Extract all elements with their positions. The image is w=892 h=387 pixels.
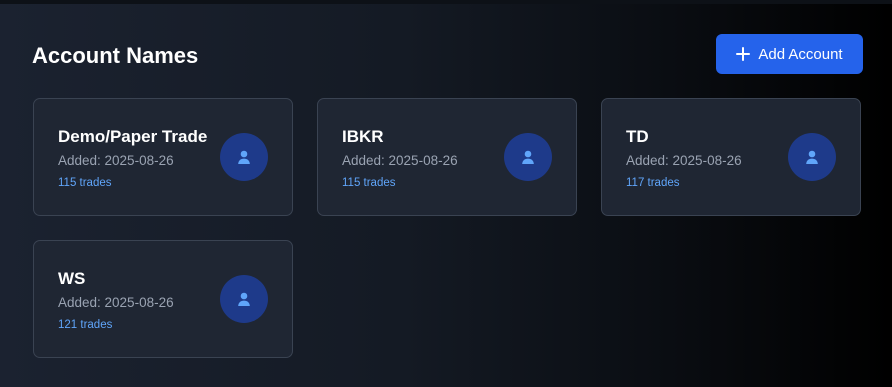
account-name: Demo/Paper Trade — [58, 127, 208, 146]
account-trade-count: 117 trades — [626, 177, 680, 189]
account-added-date: Added: 2025-08-26 — [58, 295, 174, 310]
account-card-td[interactable]: TD Added: 2025-08-26 117 trades — [601, 98, 861, 216]
account-trade-count: 115 trades — [58, 177, 112, 189]
plus-icon — [736, 47, 751, 61]
account-name: WS — [58, 269, 86, 288]
account-names-panel: Account Names Add Account Demo/Paper Tra… — [0, 4, 892, 387]
account-card-ibkr[interactable]: IBKR Added: 2025-08-26 115 trades — [317, 98, 577, 216]
account-trade-count: 121 trades — [58, 319, 113, 331]
account-added-date: Added: 2025-08-26 — [342, 153, 458, 168]
user-icon — [504, 133, 552, 181]
user-icon — [220, 275, 268, 323]
add-account-button[interactable]: Add Account — [716, 34, 863, 74]
add-account-label: Add Account — [758, 45, 843, 63]
account-added-date: Added: 2025-08-26 — [626, 153, 742, 168]
account-trade-count: 115 trades — [342, 177, 396, 189]
user-icon — [220, 133, 268, 181]
page-title: Account Names — [32, 43, 199, 68]
account-added-date: Added: 2025-08-26 — [58, 153, 174, 168]
account-card-demo-paper-trade[interactable]: Demo/Paper Trade Added: 2025-08-26 115 t… — [33, 98, 293, 216]
account-name: IBKR — [342, 127, 384, 146]
account-card-ws[interactable]: WS Added: 2025-08-26 121 trades — [33, 240, 293, 358]
user-icon — [788, 133, 836, 181]
account-name: TD — [626, 127, 649, 146]
